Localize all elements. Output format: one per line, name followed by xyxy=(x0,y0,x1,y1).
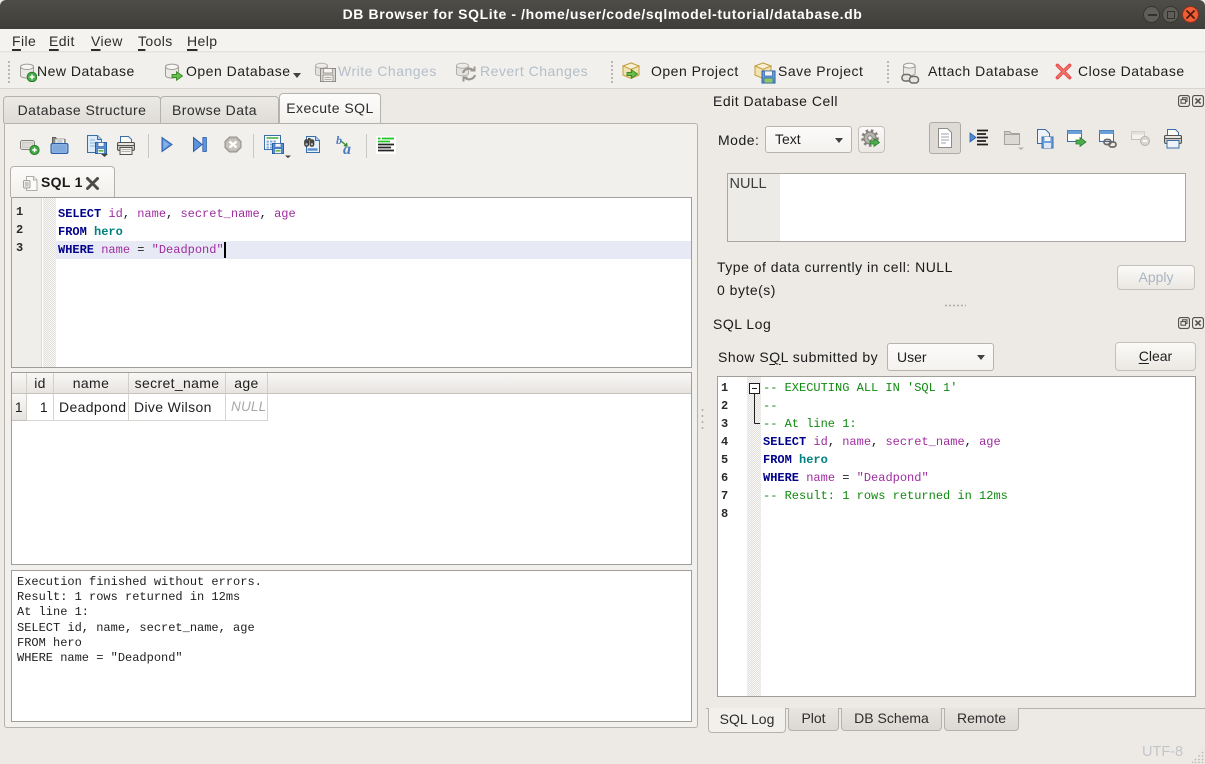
svg-text:b: b xyxy=(336,134,342,147)
